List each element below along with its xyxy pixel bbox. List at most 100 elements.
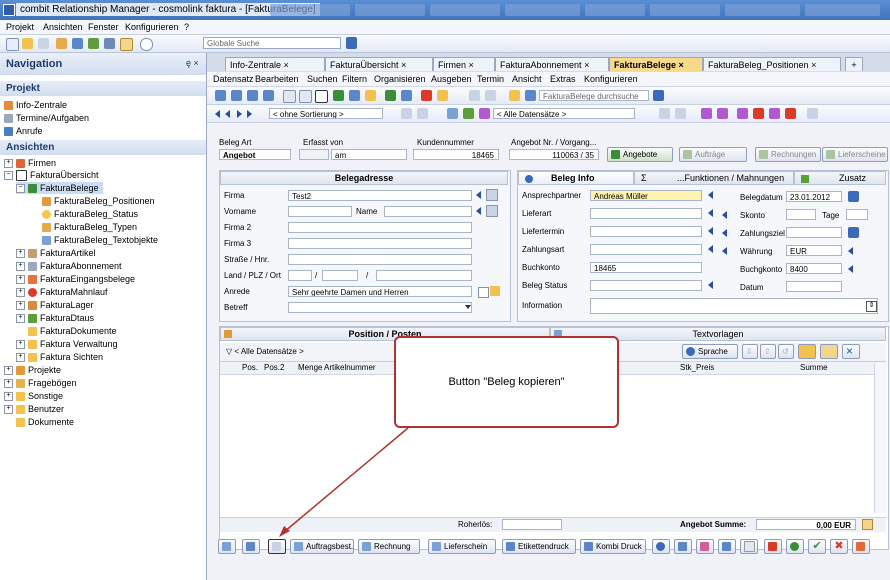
lookup-arrow-icon[interactable] xyxy=(476,207,481,215)
expand-icon[interactable]: + xyxy=(4,159,13,169)
beleg-kopieren-button[interactable] xyxy=(268,539,286,554)
erfasst-von-field[interactable] xyxy=(299,149,329,160)
menu-projekt[interactable]: Projekt xyxy=(6,22,34,32)
menu-fenster[interactable]: Fenster xyxy=(88,22,119,32)
menu-suchen[interactable]: Suchen xyxy=(307,74,338,84)
column-pos[interactable]: Pos. xyxy=(242,363,258,372)
taskbar-tab[interactable] xyxy=(270,4,350,16)
tree-fakturaabonnement[interactable]: + FakturaAbonnement xyxy=(16,260,122,272)
filter-select[interactable]: < Alle Datensätze > xyxy=(493,108,635,119)
lieferart-field[interactable] xyxy=(590,208,702,219)
expand-icon[interactable]: + xyxy=(4,392,13,402)
ansprechpartner-field[interactable]: Andreas Müller xyxy=(590,190,702,201)
tree-dokumente[interactable]: Dokumente xyxy=(16,416,74,428)
find-icon[interactable] xyxy=(509,90,520,101)
liefertermin-field[interactable] xyxy=(590,226,702,237)
menu-datensatz[interactable]: Datensatz xyxy=(213,74,254,84)
rechnung-button[interactable]: Rechnung xyxy=(358,539,420,554)
close-icon[interactable]: × xyxy=(679,60,684,70)
tree-firmen[interactable]: + Firmen xyxy=(4,157,56,169)
buchgkonto-field[interactable]: 8400 xyxy=(786,263,842,274)
last-record-icon[interactable] xyxy=(247,110,252,118)
lookup-arrow-icon[interactable] xyxy=(708,191,713,199)
skonto-field[interactable] xyxy=(786,209,816,220)
column-stk-preis[interactable]: Stk_Preis xyxy=(680,363,714,372)
close-positions-button[interactable]: × xyxy=(842,344,860,359)
lookup-arrow-icon[interactable] xyxy=(708,281,713,289)
tab-fakturaabonnement[interactable]: FakturaAbonnement × xyxy=(495,57,609,71)
menu-help[interactable]: ? xyxy=(184,22,189,32)
taskbar-tab[interactable] xyxy=(805,4,880,16)
expand-icon[interactable]: + xyxy=(4,379,13,389)
tree-benutzer[interactable]: + Benutzer xyxy=(4,403,64,415)
spinner-icon[interactable]: ⇕ xyxy=(866,301,877,312)
copy-button[interactable] xyxy=(218,539,236,554)
menu-organisieren[interactable]: Organisieren xyxy=(374,74,426,84)
mark-delete-icon[interactable] xyxy=(785,108,796,119)
angebote-button[interactable]: Angebote xyxy=(607,147,673,162)
tab-info-zentrale[interactable]: Info-Zentrale × xyxy=(225,57,325,71)
attachment-button[interactable] xyxy=(718,539,736,554)
plz-field[interactable] xyxy=(322,270,358,281)
tab-funktionen[interactable]: Σ ...Funktionen / Mahnungen xyxy=(634,171,794,185)
expand-icon[interactable]: + xyxy=(16,314,25,324)
rechnungen-button[interactable]: Rechnungen xyxy=(755,147,821,162)
sort-asc-icon[interactable] xyxy=(401,108,412,119)
settings-icon[interactable] xyxy=(88,38,99,49)
expand-icon[interactable]: + xyxy=(4,366,13,376)
move-up-button[interactable]: ⇧ xyxy=(760,344,776,359)
first-record-icon[interactable] xyxy=(215,110,220,118)
records-search-input[interactable]: FakturaBelege durchsuche xyxy=(539,90,649,101)
search-icon[interactable] xyxy=(525,90,536,101)
cancel-record-button[interactable] xyxy=(764,539,782,554)
sort-desc-icon[interactable] xyxy=(417,108,428,119)
detail-view-icon[interactable] xyxy=(263,90,274,101)
global-search-input[interactable]: Globale Suche xyxy=(203,37,341,49)
ansichten-section-header[interactable]: Ansichten xyxy=(0,140,206,155)
menu-extras[interactable]: Extras xyxy=(550,74,576,84)
delete-icon[interactable] xyxy=(315,90,328,103)
lookup-arrow-icon[interactable] xyxy=(722,229,727,237)
menu-ansicht[interactable]: Ansicht xyxy=(512,74,542,84)
lieferscheine-button[interactable]: Lieferscheine xyxy=(822,147,888,162)
tree-projekte[interactable]: + Projekte xyxy=(4,364,61,376)
sprache-button[interactable]: Sprache xyxy=(682,344,738,359)
tree-fakturaartikel[interactable]: + FakturaArtikel xyxy=(16,247,96,259)
positions-filter-select[interactable]: ▽ < Alle Datensätze > xyxy=(226,347,304,356)
lookup-arrow-icon[interactable] xyxy=(708,227,713,235)
help-icon[interactable] xyxy=(140,38,153,51)
tab-fakturabelege[interactable]: FakturaBelege × xyxy=(609,57,703,71)
column-menge[interactable]: Menge xyxy=(298,363,322,372)
beleg-art-field[interactable]: Angebot xyxy=(219,149,291,160)
lookup-arrow-icon[interactable] xyxy=(722,211,727,219)
menu-konfigurieren[interactable]: Konfigurieren xyxy=(125,22,179,32)
filter-active-icon[interactable] xyxy=(463,108,474,119)
edit-position-button[interactable] xyxy=(798,344,816,359)
add-tab-button[interactable]: + xyxy=(845,57,863,71)
menu-termin[interactable]: Termin xyxy=(477,74,504,84)
expand-icon[interactable]: + xyxy=(4,405,13,415)
erfasst-am-field[interactable]: am xyxy=(331,149,407,160)
tree-fakturabelege[interactable]: − FakturaBelege xyxy=(16,182,103,194)
projekt-section-header[interactable]: Projekt xyxy=(0,81,206,96)
taskbar-tab[interactable] xyxy=(725,4,800,16)
form-button[interactable] xyxy=(242,539,260,554)
nav-info-zentrale[interactable]: Info-Zentrale xyxy=(4,99,67,111)
tree-beleg-textobjekte[interactable]: FakturaBeleg_Textobjekte xyxy=(42,234,158,246)
flag-icon[interactable] xyxy=(421,90,432,101)
menu-konfigurieren-2[interactable]: Konfigurieren xyxy=(584,74,638,84)
kombi-druck-button[interactable]: Kombi Druck xyxy=(580,539,646,554)
positions-scrollbar[interactable] xyxy=(874,363,887,513)
lookup-arrow-icon[interactable] xyxy=(848,265,853,273)
calendar-icon[interactable] xyxy=(848,191,859,202)
pin-close-icon[interactable]: ȩ × xyxy=(186,58,199,68)
tree-fakturauebersicht[interactable]: − FakturaÜbersicht xyxy=(4,169,99,182)
save-icon[interactable] xyxy=(38,38,49,49)
auftraege-button[interactable]: Aufträge xyxy=(679,147,747,162)
beleg-status-field[interactable] xyxy=(590,280,702,291)
tab-fakturauebersicht[interactable]: FakturaÜbersicht × xyxy=(325,57,433,71)
mark-icon[interactable] xyxy=(701,108,712,119)
tree-fakturadokumente[interactable]: FakturaDokumente xyxy=(28,325,117,337)
strasse-field[interactable] xyxy=(288,254,472,265)
menu-filtern[interactable]: Filtern xyxy=(342,74,367,84)
